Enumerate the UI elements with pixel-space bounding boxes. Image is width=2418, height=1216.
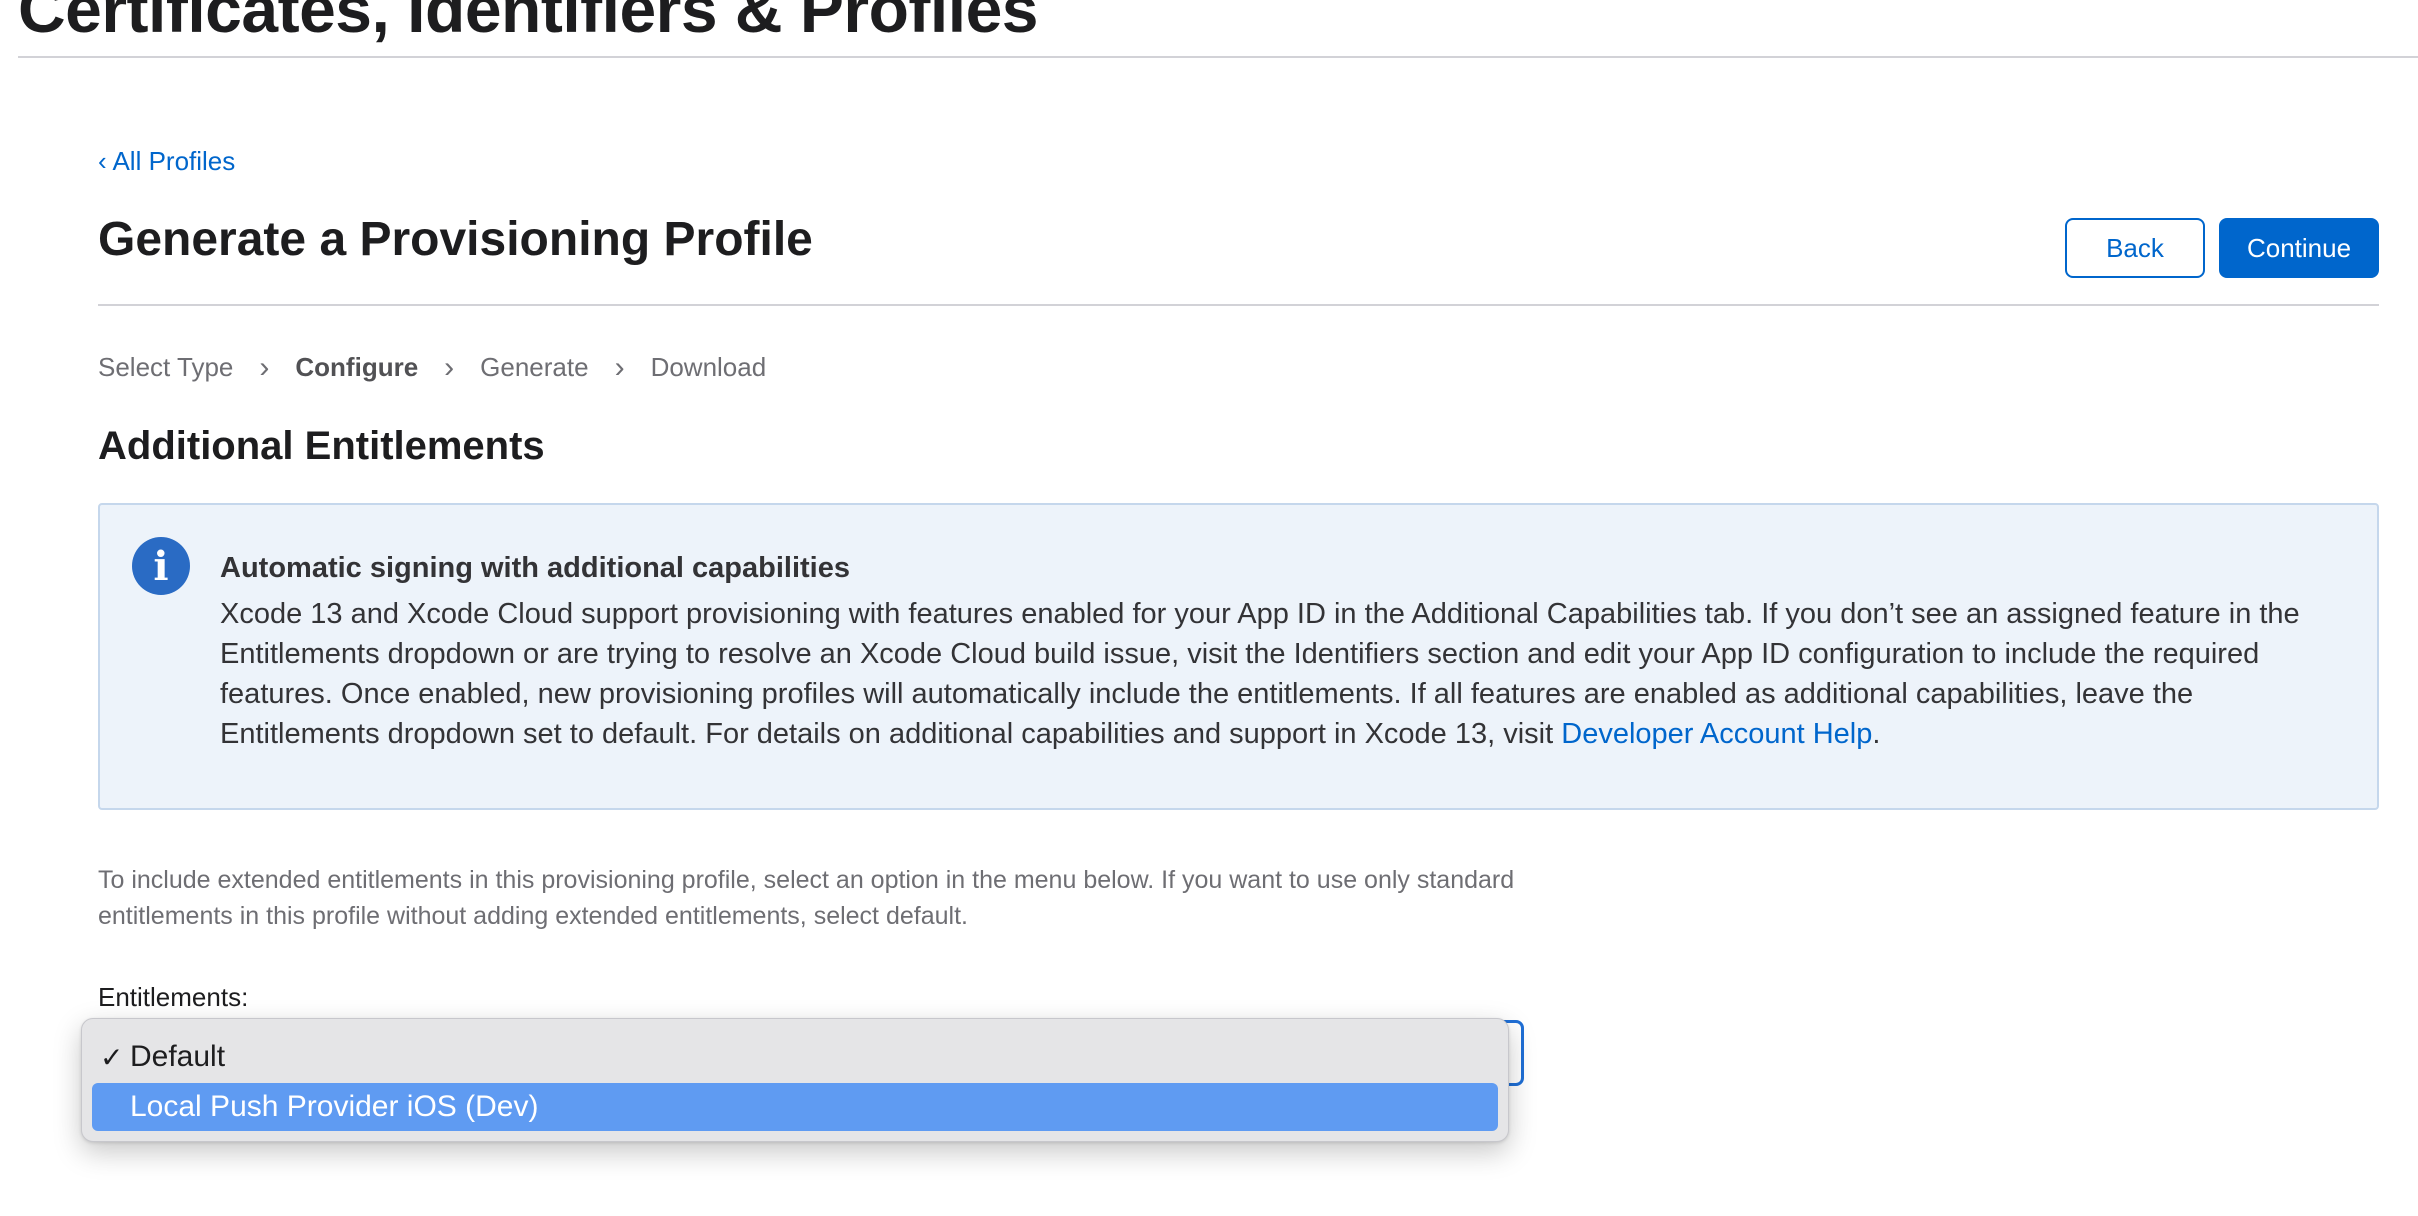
info-body-text: Xcode 13 and Xcode Cloud support provisi…: [220, 598, 2300, 750]
all-profiles-link[interactable]: ‹ All Profiles: [98, 146, 235, 177]
info-icon: i: [132, 537, 190, 595]
info-body-end: .: [1872, 718, 1881, 750]
step-select-type: Select Type: [98, 352, 234, 382]
continue-button[interactable]: Continue: [2219, 218, 2379, 278]
option-default[interactable]: ✓ Default: [92, 1033, 1498, 1081]
info-body: Xcode 13 and Xcode Cloud support provisi…: [220, 594, 2340, 754]
step-indicator: Select Type › Configure › Generate › Dow…: [98, 352, 766, 383]
option-local-push-provider[interactable]: Local Push Provider iOS (Dev): [92, 1083, 1498, 1131]
step-configure: Configure: [295, 352, 419, 382]
option-label: Local Push Provider iOS (Dev): [130, 1090, 539, 1123]
option-label: Default: [130, 1040, 226, 1073]
developer-account-help-link[interactable]: Developer Account Help: [1561, 718, 1872, 750]
chevron-right-icon: ›: [444, 350, 455, 384]
entitlements-label: Entitlements:: [98, 982, 249, 1012]
info-heading: Automatic signing with additional capabi…: [220, 552, 850, 584]
entitlements-dropdown-menu: ✓ Default Local Push Provider iOS (Dev): [81, 1018, 1509, 1142]
entitlements-helper-text: To include extended entitlements in this…: [98, 866, 1515, 930]
checkmark-icon: ✓: [100, 1041, 124, 1073]
chevron-right-icon: ›: [614, 350, 625, 384]
step-generate: Generate: [480, 352, 589, 382]
chevron-right-icon: ›: [259, 350, 270, 384]
step-download: Download: [650, 352, 767, 382]
page-title: Certificates, Identifiers & Profiles: [18, 0, 1039, 46]
additional-entitlements-heading: Additional Entitlements: [98, 424, 545, 468]
header-divider: [98, 304, 2379, 306]
title-divider: [18, 56, 2418, 58]
back-button[interactable]: Back: [2065, 218, 2205, 278]
generate-profile-title: Generate a Provisioning Profile: [98, 213, 813, 266]
